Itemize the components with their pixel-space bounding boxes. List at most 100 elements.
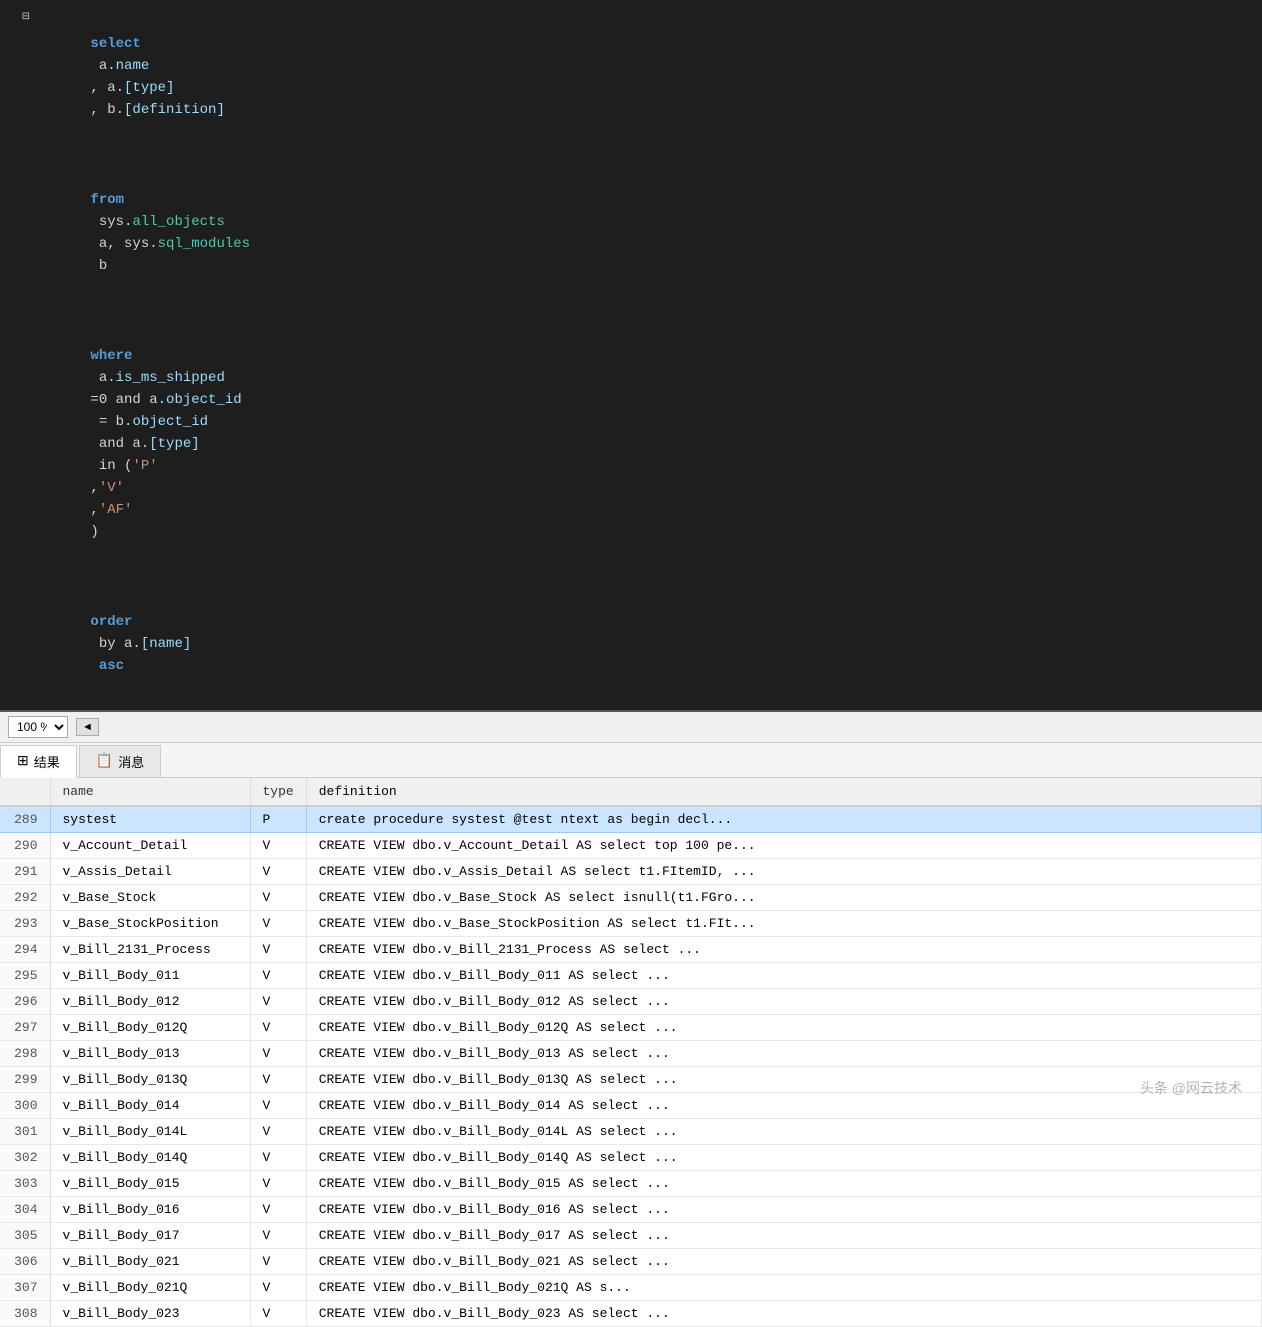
cell-type: V: [250, 1041, 306, 1067]
table-row[interactable]: 294v_Bill_2131_ProcessVCREATE VIEW dbo.v…: [0, 937, 1262, 963]
cell-definition: CREATE VIEW dbo.v_Bill_Body_011 AS selec…: [306, 963, 1261, 989]
results-icon: ⊞: [17, 753, 29, 770]
cell-definition: CREATE VIEW dbo.v_Bill_Body_014Q AS sele…: [306, 1145, 1261, 1171]
cell-name: v_Bill_Body_021: [50, 1249, 250, 1275]
cell-row-id: 301: [0, 1119, 50, 1145]
watermark: 头条 @网云技术: [1140, 1078, 1242, 1098]
table-row[interactable]: 292v_Base_StockVCREATE VIEW dbo.v_Base_S…: [0, 885, 1262, 911]
cell-type: V: [250, 1275, 306, 1301]
tab-messages[interactable]: 📋 消息: [79, 745, 161, 777]
cell-name: v_Bill_Body_017: [50, 1223, 250, 1249]
keyword-select: select: [90, 36, 140, 52]
cell-definition: CREATE VIEW dbo.v_Bill_Body_012 AS selec…: [306, 989, 1261, 1015]
cell-name: v_Bill_Body_023: [50, 1301, 250, 1327]
cell-type: V: [250, 1249, 306, 1275]
cell-type: V: [250, 833, 306, 859]
cell-type: V: [250, 1223, 306, 1249]
cell-row-id: 290: [0, 833, 50, 859]
cell-name: v_Assis_Detail: [50, 859, 250, 885]
messages-icon: 📋: [96, 753, 113, 770]
cell-row-id: 295: [0, 963, 50, 989]
sql-line-3: where a.is_ms_shipped =0 and a.object_id…: [0, 300, 1262, 566]
table-row[interactable]: 306v_Bill_Body_021VCREATE VIEW dbo.v_Bil…: [0, 1249, 1262, 1275]
table-row[interactable]: 303v_Bill_Body_015VCREATE VIEW dbo.v_Bil…: [0, 1171, 1262, 1197]
cell-definition: CREATE VIEW dbo.v_Bill_Body_013Q AS sele…: [306, 1067, 1261, 1093]
keyword-from: from: [90, 192, 124, 208]
cell-name: v_Bill_Body_014Q: [50, 1145, 250, 1171]
cell-type: V: [250, 937, 306, 963]
col-header-type: type: [250, 778, 306, 806]
table-row[interactable]: 298v_Bill_Body_013V CREATE VIEW dbo.v_Bi…: [0, 1041, 1262, 1067]
cell-name: v_Bill_Body_012: [50, 989, 250, 1015]
cell-definition: CREATE VIEW dbo.v_Base_StockPosition AS …: [306, 911, 1261, 937]
gutter-1: ⊟: [0, 11, 40, 23]
keyword-where: where: [90, 348, 132, 364]
cell-row-id: 300: [0, 1093, 50, 1119]
cell-row-id: 299: [0, 1067, 50, 1093]
table-row[interactable]: 296v_Bill_Body_012VCREATE VIEW dbo.v_Bil…: [0, 989, 1262, 1015]
cell-type: V: [250, 1197, 306, 1223]
table-row[interactable]: 308v_Bill_Body_023VCREATE VIEW dbo.v_Bil…: [0, 1301, 1262, 1327]
sql-line-2: from sys.all_objects a, sys.sql_modules …: [0, 144, 1262, 300]
sql-line-1: ⊟ select a.name , a.[type] , b.[definiti…: [0, 10, 1262, 144]
results-area[interactable]: name type definition 289systestPcreate p…: [0, 778, 1262, 1327]
collapse-icon[interactable]: ⊟: [22, 11, 30, 23]
cell-type: V: [250, 1119, 306, 1145]
cell-definition: CREATE VIEW dbo.v_Account_Detail AS sele…: [306, 833, 1261, 859]
cell-row-id: 289: [0, 806, 50, 833]
nav-back-button[interactable]: ◄: [76, 718, 99, 736]
sql-line-4: order by a.[name] asc: [0, 566, 1262, 700]
col-header-definition: definition: [306, 778, 1261, 806]
tabs-bar: ⊞ 结果 📋 消息: [0, 743, 1262, 778]
table-row[interactable]: 291v_Assis_DetailVCREATE VIEW dbo.v_Assi…: [0, 859, 1262, 885]
zoom-select[interactable]: 100 % 75 % 125 % 150 %: [8, 716, 68, 738]
cell-type: V: [250, 1145, 306, 1171]
sql-editor: ⊟ select a.name , a.[type] , b.[definiti…: [0, 0, 1262, 712]
cell-name: v_Base_StockPosition: [50, 911, 250, 937]
table-row[interactable]: 295v_Bill_Body_011VCREATE VIEW dbo.v_Bil…: [0, 963, 1262, 989]
cell-definition: CREATE VIEW dbo.v_Bill_Body_015 AS selec…: [306, 1171, 1261, 1197]
table-row[interactable]: 290v_Account_DetailVCREATE VIEW dbo.v_Ac…: [0, 833, 1262, 859]
table-row[interactable]: 289systestPcreate procedure systest @tes…: [0, 806, 1262, 833]
keyword-order: order: [90, 614, 132, 630]
cell-definition: CREATE VIEW dbo.v_Bill_2131_Process AS s…: [306, 937, 1261, 963]
table-header-row: name type definition: [0, 778, 1262, 806]
cell-row-id: 308: [0, 1301, 50, 1327]
cell-name: v_Bill_Body_013Q: [50, 1067, 250, 1093]
cell-name: v_Account_Detail: [50, 833, 250, 859]
cell-name: v_Bill_Body_012Q: [50, 1015, 250, 1041]
sql-content-4: order by a.[name] asc: [40, 567, 1262, 699]
tab-results[interactable]: ⊞ 结果: [0, 745, 77, 778]
tab-messages-label: 消息: [118, 752, 144, 771]
cell-definition: CREATE VIEW dbo.v_Bill_Body_012Q AS sele…: [306, 1015, 1261, 1041]
table-row[interactable]: 293v_Base_StockPositionVCREATE VIEW dbo.…: [0, 911, 1262, 937]
cell-type: V: [250, 1301, 306, 1327]
cell-definition: CREATE VIEW dbo.v_Bill_Body_017 AS selec…: [306, 1223, 1261, 1249]
cell-type: V: [250, 1171, 306, 1197]
cell-name: v_Bill_Body_014: [50, 1093, 250, 1119]
cell-row-id: 307: [0, 1275, 50, 1301]
keyword-asc: asc: [90, 658, 124, 674]
table-row[interactable]: 297v_Bill_Body_012QVCREATE VIEW dbo.v_Bi…: [0, 1015, 1262, 1041]
cell-type: P: [250, 806, 306, 833]
table-row[interactable]: 305v_Bill_Body_017VCREATE VIEW dbo.v_Bil…: [0, 1223, 1262, 1249]
table-row[interactable]: 301v_Bill_Body_014LVCREATE VIEW dbo.v_Bi…: [0, 1119, 1262, 1145]
cell-row-id: 303: [0, 1171, 50, 1197]
cell-definition: CREATE VIEW dbo.v_Bill_Body_014L AS sele…: [306, 1119, 1261, 1145]
cell-row-id: 298: [0, 1041, 50, 1067]
cell-row-id: 304: [0, 1197, 50, 1223]
cell-definition: CREATE VIEW dbo.v_Base_Stock AS select i…: [306, 885, 1261, 911]
tab-results-label: 结果: [34, 752, 60, 771]
table-row[interactable]: 299v_Bill_Body_013QVCREATE VIEW dbo.v_Bi…: [0, 1067, 1262, 1093]
cell-type: V: [250, 1093, 306, 1119]
table-row[interactable]: 307v_Bill_Body_021QVCREATE VIEW dbo.v_Bi…: [0, 1275, 1262, 1301]
table-row[interactable]: 304v_Bill_Body_016VCREATE VIEW dbo.v_Bil…: [0, 1197, 1262, 1223]
cell-type: V: [250, 859, 306, 885]
table-row[interactable]: 302v_Bill_Body_014QVCREATE VIEW dbo.v_Bi…: [0, 1145, 1262, 1171]
cell-row-id: 302: [0, 1145, 50, 1171]
cell-definition: CREATE VIEW dbo.v_Bill_Body_021 AS selec…: [306, 1249, 1261, 1275]
col-header-name: name: [50, 778, 250, 806]
cell-row-id: 305: [0, 1223, 50, 1249]
table-row[interactable]: 300v_Bill_Body_014VCREATE VIEW dbo.v_Bil…: [0, 1093, 1262, 1119]
cell-row-id: 296: [0, 989, 50, 1015]
